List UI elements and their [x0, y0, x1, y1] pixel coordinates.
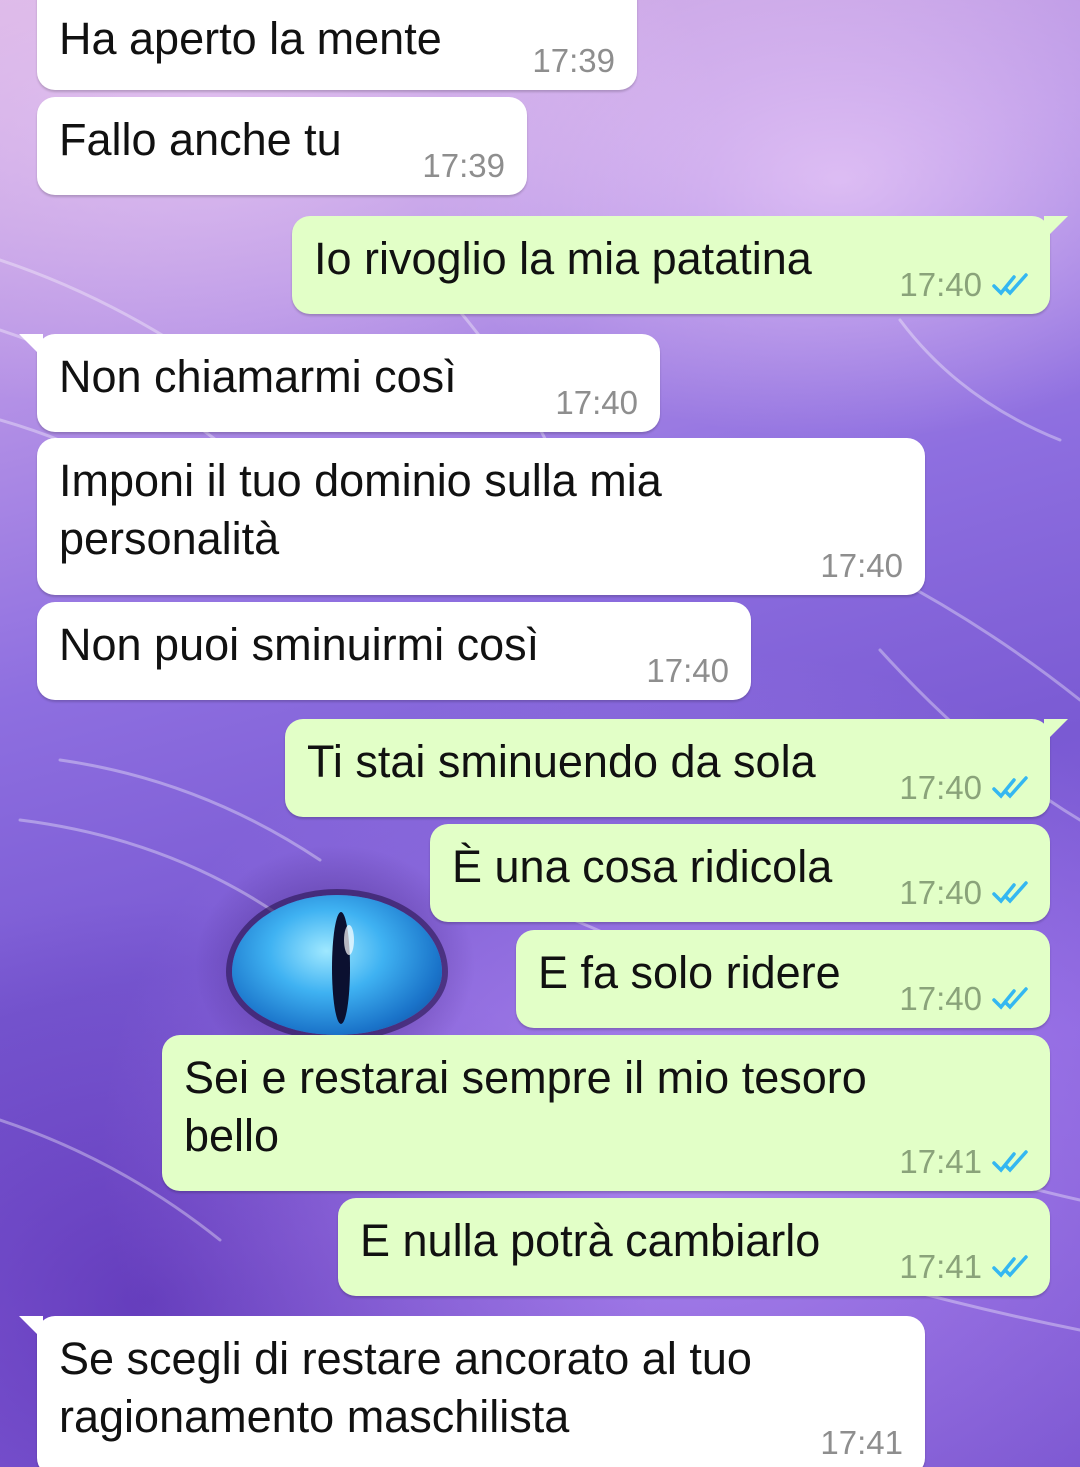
- message-time: 17:40: [899, 980, 982, 1017]
- message-meta: 17:39: [422, 147, 505, 185]
- message-time: 17:40: [899, 874, 982, 911]
- message-meta: 17:41: [820, 1424, 903, 1462]
- double-check-icon: [992, 881, 1028, 904]
- message-meta: 17:41: [899, 1143, 1032, 1181]
- message-text: Imponi il tuo dominio sulla mia personal…: [59, 455, 675, 564]
- message-text: Non puoi sminuirmi così: [59, 619, 540, 670]
- message-time: 17:39: [422, 147, 505, 184]
- message-time: 17:40: [646, 652, 729, 689]
- double-check-icon: [992, 1150, 1028, 1173]
- message-text: Se scegli di restare ancorato al tuo rag…: [59, 1333, 765, 1442]
- message-list[interactable]: Ha aperto la mente 17:39 Fallo anche tu …: [0, 0, 1080, 1467]
- message-meta: 17:40: [555, 384, 638, 422]
- message-meta: 17:40: [899, 769, 1032, 807]
- message-time: 17:41: [899, 1143, 982, 1180]
- double-check-icon: [992, 1255, 1028, 1278]
- message-bubble-incoming[interactable]: Ha aperto la mente 17:39: [37, 0, 637, 90]
- message-text: Non chiamarmi così: [59, 351, 457, 402]
- message-bubble-incoming[interactable]: Imponi il tuo dominio sulla mia personal…: [37, 438, 925, 595]
- message-bubble-outgoing[interactable]: Io rivoglio la mia patatina 17:40: [292, 216, 1068, 314]
- message-bubble-incoming[interactable]: Se scegli di restare ancorato al tuo rag…: [19, 1316, 925, 1467]
- message-time: 17:41: [820, 1424, 903, 1461]
- message-bubble-outgoing[interactable]: E nulla potrà cambiarlo 17:41: [338, 1198, 1050, 1296]
- message-bubble-outgoing[interactable]: È una cosa ridicola 17:40: [430, 824, 1050, 922]
- message-meta: 17:40: [899, 980, 1032, 1018]
- message-meta: 17:41: [899, 1248, 1032, 1286]
- double-check-icon: [992, 776, 1028, 799]
- message-meta: 17:40: [646, 652, 729, 690]
- message-time: 17:40: [820, 547, 903, 584]
- message-bubble-incoming[interactable]: Fallo anche tu 17:39: [37, 97, 527, 195]
- message-text: Sei e restarai sempre il mio tesoro bell…: [184, 1052, 880, 1161]
- message-time: 17:39: [532, 42, 615, 79]
- message-meta: 17:40: [899, 266, 1032, 304]
- message-bubble-outgoing[interactable]: Sei e restarai sempre il mio tesoro bell…: [162, 1035, 1050, 1191]
- message-time: 17:40: [555, 384, 638, 421]
- double-check-icon: [992, 987, 1028, 1010]
- message-bubble-incoming[interactable]: Non puoi sminuirmi così 17:40: [37, 602, 751, 700]
- message-bubble-outgoing[interactable]: E fa solo ridere 17:40: [516, 930, 1050, 1028]
- double-check-icon: [992, 273, 1028, 296]
- message-meta: 17:40: [899, 874, 1032, 912]
- message-time: 17:41: [899, 1248, 982, 1285]
- message-meta: 17:39: [532, 42, 615, 80]
- message-bubble-outgoing[interactable]: Ti stai sminuendo da sola 17:40: [285, 719, 1068, 817]
- message-time: 17:40: [899, 266, 982, 303]
- message-meta: 17:40: [820, 547, 903, 585]
- message-time: 17:40: [899, 769, 982, 806]
- message-bubble-incoming[interactable]: Non chiamarmi così 17:40: [19, 334, 660, 432]
